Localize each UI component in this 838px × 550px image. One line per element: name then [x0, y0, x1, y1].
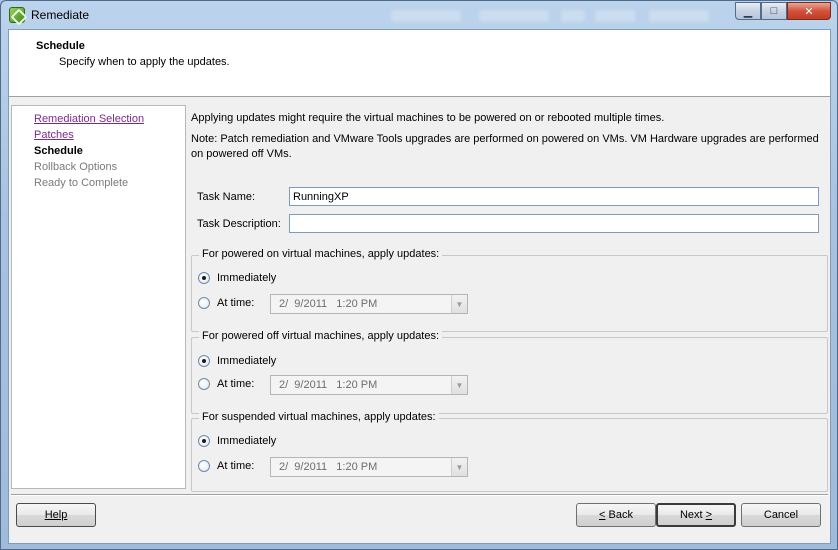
- at-time-option[interactable]: At time:: [198, 460, 254, 472]
- radio-label: Immediately: [217, 272, 277, 284]
- radio-button[interactable]: [198, 435, 210, 447]
- page-subtitle: Specify when to apply the updates.: [59, 56, 230, 68]
- radio-label: Immediately: [217, 355, 277, 367]
- radio-button[interactable]: [198, 355, 210, 367]
- next-button[interactable]: Next >: [656, 503, 736, 527]
- radio-button[interactable]: [198, 297, 210, 309]
- background-blur: [595, 10, 635, 22]
- chevron-down-icon[interactable]: ▼: [451, 295, 467, 313]
- powered-off-group: For powered off virtual machines, apply …: [191, 330, 828, 414]
- window-title: Remediate: [31, 8, 90, 22]
- footer-divider: [11, 494, 828, 496]
- radio-button[interactable]: [198, 272, 210, 284]
- background-blur: [391, 10, 461, 22]
- at-time-option[interactable]: At time:: [198, 297, 254, 309]
- datetime-value: 2/ 9/2011 1:20 PM: [279, 461, 378, 473]
- step-schedule: Schedule: [34, 145, 83, 157]
- minimize-icon: ▁: [743, 5, 753, 18]
- at-time-option[interactable]: At time:: [198, 378, 254, 390]
- step-remediation-selection[interactable]: Remediation Selection: [34, 113, 144, 125]
- minimize-button[interactable]: ▁: [735, 2, 761, 20]
- task-name-label: Task Name:: [197, 191, 256, 203]
- datetime-picker[interactable]: 2/ 9/2011 1:20 PM ▼: [270, 457, 468, 477]
- radio-label: At time:: [217, 460, 255, 472]
- page-title: Schedule: [36, 40, 85, 52]
- chevron-down-icon[interactable]: ▼: [451, 458, 467, 476]
- next-label: Next: [679, 509, 706, 521]
- radio-button[interactable]: [198, 378, 210, 390]
- title-bar[interactable]: Remediate ▁ □ ✕: [1, 1, 837, 29]
- info-text: Applying updates might require the virtu…: [191, 112, 665, 124]
- datetime-value: 2/ 9/2011 1:20 PM: [279, 379, 378, 391]
- immediately-option[interactable]: Immediately: [198, 272, 276, 284]
- background-blur: [561, 10, 585, 22]
- help-button[interactable]: Help: [16, 503, 96, 527]
- powered-on-group: For powered on virtual machines, apply u…: [191, 248, 828, 332]
- note-text: Note: Patch remediation and VMware Tools…: [191, 133, 819, 160]
- close-icon: ✕: [804, 5, 814, 18]
- radio-label: At time:: [217, 297, 255, 309]
- caption-buttons: ▁ □ ✕: [735, 2, 831, 20]
- remediate-window: Remediate ▁ □ ✕ Schedule Specify when to…: [0, 0, 838, 550]
- group-legend: For suspended virtual machines, apply up…: [199, 411, 439, 423]
- radio-button[interactable]: [198, 460, 210, 472]
- app-icon: [9, 7, 25, 23]
- step-ready-to-complete: Ready to Complete: [34, 177, 129, 189]
- step-patches[interactable]: Patches: [34, 129, 74, 141]
- task-name-input[interactable]: [289, 187, 819, 206]
- datetime-picker[interactable]: 2/ 9/2011 1:20 PM ▼: [270, 375, 468, 395]
- radio-label: At time:: [217, 378, 255, 390]
- maximize-icon: □: [770, 5, 778, 17]
- cancel-button[interactable]: Cancel: [741, 503, 821, 527]
- wizard-steps-panel: Remediation Selection Patches Schedule R…: [11, 105, 186, 489]
- group-legend: For powered on virtual machines, apply u…: [199, 248, 443, 260]
- immediately-option[interactable]: Immediately: [198, 435, 276, 447]
- background-blur: [649, 10, 709, 22]
- suspended-group: For suspended virtual machines, apply up…: [191, 411, 828, 492]
- close-button[interactable]: ✕: [787, 2, 831, 20]
- datetime-picker[interactable]: 2/ 9/2011 1:20 PM ▼: [270, 294, 468, 314]
- back-button[interactable]: < Back: [576, 503, 656, 527]
- wizard-header: Schedule Specify when to apply the updat…: [9, 30, 830, 97]
- task-description-label: Task Description:: [197, 218, 281, 230]
- step-rollback-options: Rollback Options: [34, 161, 118, 173]
- group-legend: For powered off virtual machines, apply …: [199, 330, 443, 342]
- back-label: Back: [605, 509, 633, 521]
- datetime-value: 2/ 9/2011 1:20 PM: [279, 298, 378, 310]
- cancel-label: Cancel: [763, 509, 799, 521]
- next-mnemonic: >: [705, 509, 713, 521]
- background-blur: [479, 10, 549, 22]
- chevron-down-icon[interactable]: ▼: [451, 376, 467, 394]
- schedule-content: Applying updates might require the virtu…: [189, 105, 829, 492]
- task-description-input[interactable]: [289, 214, 819, 233]
- immediately-option[interactable]: Immediately: [198, 355, 276, 367]
- help-label: Help: [44, 509, 68, 521]
- wizard-client-area: Schedule Specify when to apply the updat…: [8, 29, 831, 544]
- maximize-button[interactable]: □: [761, 2, 787, 20]
- radio-label: Immediately: [217, 435, 277, 447]
